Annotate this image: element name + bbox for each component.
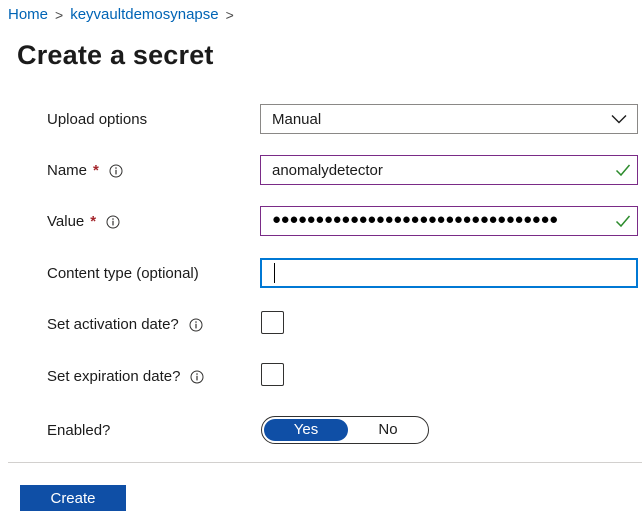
value-label: Value *: [47, 213, 120, 230]
create-button[interactable]: Create: [20, 485, 126, 511]
checkmark-icon: [615, 215, 631, 228]
info-icon[interactable]: [106, 215, 120, 229]
enabled-row: Enabled? Yes No: [0, 416, 642, 448]
enabled-yes-option[interactable]: Yes: [264, 419, 348, 441]
required-asterisk: *: [90, 213, 97, 230]
masked-value: ●●●●●●●●●●●●●●●●●●●●●●●●●●●●●●●●●: [272, 211, 558, 228]
expiration-label: Set expiration date?: [47, 368, 204, 385]
breadcrumb-home-link[interactable]: Home: [8, 6, 48, 23]
enabled-no-option[interactable]: No: [348, 419, 428, 441]
breadcrumb-separator: >: [225, 6, 234, 23]
enabled-label: Enabled?: [47, 422, 111, 439]
text-cursor: [274, 263, 275, 283]
upload-options-row: Upload options Manual: [0, 104, 642, 136]
activation-label: Set activation date?: [47, 316, 203, 333]
breadcrumb-separator: >: [55, 6, 64, 23]
chevron-down-icon: [611, 115, 627, 124]
value-row: Value * ●●●●●●●●●●●●●●●●●●●●●●●●●●●●●●●●…: [0, 206, 642, 238]
required-asterisk: *: [93, 162, 99, 179]
name-input-value: anomalydetector: [272, 162, 383, 179]
enabled-toggle[interactable]: Yes No: [261, 416, 429, 444]
value-password-input[interactable]: ●●●●●●●●●●●●●●●●●●●●●●●●●●●●●●●●●: [260, 206, 638, 236]
name-row: Name * anomalydetector: [0, 155, 642, 187]
info-icon[interactable]: [189, 318, 203, 332]
breadcrumb-keyvault-link[interactable]: keyvaultdemosynapse: [70, 6, 218, 23]
name-input[interactable]: anomalydetector: [260, 155, 638, 185]
upload-options-label: Upload options: [47, 111, 148, 128]
footer-divider: [8, 462, 642, 463]
content-type-label: Content type (optional): [47, 265, 199, 282]
activation-row: Set activation date?: [0, 309, 642, 341]
expiration-date-checkbox[interactable]: [261, 363, 284, 386]
name-label: Name *: [47, 162, 123, 179]
content-type-input[interactable]: [260, 258, 638, 288]
page-title: Create a secret: [17, 40, 214, 70]
checkmark-icon: [615, 164, 631, 177]
breadcrumb: Home > keyvaultdemosynapse >: [8, 6, 241, 23]
expiration-row: Set expiration date?: [0, 361, 642, 393]
info-icon[interactable]: [190, 370, 204, 384]
content-type-row: Content type (optional): [0, 258, 642, 290]
upload-options-dropdown[interactable]: Manual: [260, 104, 638, 134]
upload-options-value: Manual: [272, 111, 322, 128]
activation-date-checkbox[interactable]: [261, 311, 284, 334]
info-icon[interactable]: [109, 164, 123, 178]
